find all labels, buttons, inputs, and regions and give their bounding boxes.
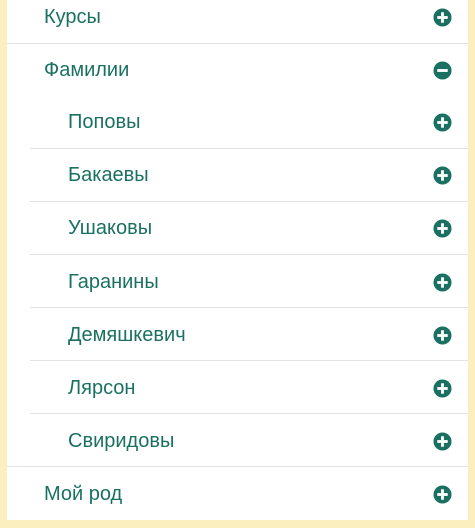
submenu-item-popovy[interactable]: Поповы: [7, 105, 468, 158]
submenu-item-label: Ушаковы: [68, 217, 153, 239]
submenu-item-label: Свиридовы: [68, 430, 175, 452]
menu-item-familii[interactable]: Фамилии: [7, 53, 468, 106]
menu-item-label: Мой род: [44, 483, 123, 505]
divider: [30, 148, 468, 149]
plus-circle-icon[interactable]: [433, 273, 452, 292]
submenu-item-label: Лярсон: [68, 377, 136, 399]
plus-circle-icon[interactable]: [433, 485, 452, 504]
menu-item-kursy[interactable]: Курсы: [7, 0, 468, 53]
submenu-item-lyarson[interactable]: Лярсон: [7, 371, 468, 424]
plus-circle-icon[interactable]: [433, 8, 452, 27]
submenu-item-sviridovy[interactable]: Свиридовы: [7, 424, 468, 477]
submenu-item-garaniny[interactable]: Гаранины: [7, 265, 468, 318]
plus-circle-icon[interactable]: [433, 379, 452, 398]
divider: [30, 360, 468, 361]
menu-item-label: Курсы: [44, 6, 101, 28]
submenu-item-label: Гаранины: [68, 271, 159, 293]
submenu-item-label: Демяшкевич: [68, 324, 186, 346]
menu-item-label: Фамилии: [44, 59, 130, 81]
plus-circle-icon[interactable]: [433, 113, 452, 132]
submenu-item-demyashkevich[interactable]: Демяшкевич: [7, 318, 468, 371]
plus-circle-icon[interactable]: [433, 326, 452, 345]
submenu-item-bakaevy[interactable]: Бакаевы: [7, 158, 468, 211]
divider: [30, 254, 468, 255]
plus-circle-icon[interactable]: [433, 432, 452, 451]
plus-circle-icon[interactable]: [433, 219, 452, 238]
divider: [30, 413, 468, 414]
divider: [7, 466, 468, 467]
submenu-item-label: Бакаевы: [68, 164, 149, 186]
submenu-item-ushakovy[interactable]: Ушаковы: [7, 211, 468, 264]
divider: [7, 43, 468, 44]
submenu-item-label: Поповы: [68, 111, 141, 133]
menu-item-moy-rod[interactable]: Мой род: [7, 477, 468, 528]
divider: [30, 201, 468, 202]
minus-circle-icon[interactable]: [433, 61, 452, 80]
plus-circle-icon[interactable]: [433, 166, 452, 185]
navigation-menu: Курсы Фамилии Поповы Бакаевы Ушаковы Гар…: [7, 0, 468, 520]
divider: [30, 307, 468, 308]
